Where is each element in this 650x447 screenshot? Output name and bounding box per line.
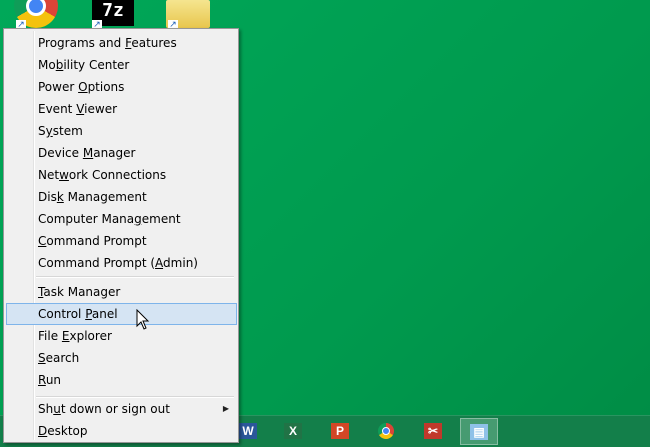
label-text: ask Manager [43, 285, 121, 299]
access-key: k [56, 190, 64, 204]
label-text: Event [38, 102, 77, 116]
label-text: S [38, 124, 46, 138]
menu-item-file-explorer[interactable]: File Explorer [6, 325, 237, 347]
submenu-arrow-icon: ▶ [222, 404, 229, 413]
label-text: Control [38, 307, 86, 321]
label-text: ptions [87, 80, 125, 94]
label-text: xplorer [69, 329, 112, 343]
access-key: O [78, 80, 88, 94]
label-text: Computer Mana [38, 212, 135, 226]
access-key: P [85, 307, 92, 321]
label-text: Power [38, 80, 79, 94]
label-text: un [45, 373, 62, 387]
mouse-cursor-icon [136, 309, 150, 330]
label-text: ork Connections [68, 168, 167, 182]
label-text: Management [63, 190, 147, 204]
access-key: u [53, 402, 61, 416]
access-key: S [38, 351, 46, 365]
menu-item-control-panel[interactable]: Control Panel [6, 303, 237, 325]
access-key: R [38, 373, 46, 387]
menu-item-desktop[interactable]: Desktop [6, 420, 237, 442]
access-key: y [45, 124, 53, 138]
menu-item-task-manager[interactable]: Task Manager [6, 281, 237, 303]
menu-item-device-manager[interactable]: Device Manager [6, 142, 237, 164]
menu-item-network-connections[interactable]: Network Connections [6, 164, 237, 186]
label-text: Mo [38, 58, 56, 72]
access-key: A [155, 256, 164, 270]
menu-item-event-viewer[interactable]: Event Viewer [6, 98, 237, 120]
label-text: esktop [47, 424, 88, 438]
menu-item-system[interactable]: System [6, 120, 237, 142]
menu-separator [36, 276, 234, 278]
menu-item-computer-management[interactable]: Computer Management [6, 208, 237, 230]
word-icon: W [239, 423, 257, 439]
label-text: ommand Prompt [46, 234, 147, 248]
menu-separator [36, 396, 234, 398]
access-key: g [134, 212, 142, 226]
label-text: t down or sign out [60, 402, 170, 416]
access-key: V [76, 102, 85, 116]
label-text: dmin) [163, 256, 198, 270]
powerpoint-icon: P [331, 423, 349, 439]
taskbar-powerpoint-button[interactable]: P [325, 418, 355, 444]
label-text: File [38, 329, 62, 343]
menu-item-command-prompt[interactable]: Command Prompt [6, 230, 237, 252]
access-key: E [61, 329, 70, 343]
taskbar-excel-button[interactable]: X [278, 418, 308, 444]
menu-item-search[interactable]: Search [6, 347, 237, 369]
label-text: Programs and [38, 36, 126, 50]
label-text: Command Prompt ( [38, 256, 156, 270]
label-text: eatures [131, 36, 177, 50]
taskbar-chrome-button[interactable] [371, 418, 401, 444]
label-text: anager [93, 146, 136, 160]
label-text: iewer [84, 102, 118, 116]
label-text: Dis [38, 190, 57, 204]
menu-item-mobility-center[interactable]: Mobility Center [6, 54, 237, 76]
taskbar-snipping-tool-button[interactable]: ✂ [418, 418, 448, 444]
menu-item-command-prompt-admin[interactable]: Command Prompt (Admin) [6, 252, 237, 274]
label-text: stem [52, 124, 83, 138]
label-text: earch [45, 351, 80, 365]
menu-item-disk-management[interactable]: Disk Management [6, 186, 237, 208]
menu-item-programs-and-features[interactable]: Programs and Features [6, 32, 237, 54]
access-key: w [59, 168, 69, 182]
access-key: D [38, 424, 48, 438]
menu-item-shut-down-or-sign-out[interactable]: Shut down or sign out ▶ [6, 398, 237, 420]
label-text: anel [91, 307, 118, 321]
label-text: ement [141, 212, 181, 226]
menu-item-power-options[interactable]: Power Options [6, 76, 237, 98]
label-text: ility Center [63, 58, 130, 72]
menu-item-run[interactable]: Run [6, 369, 237, 391]
label-text: Sh [38, 402, 54, 416]
label-text: Device [38, 146, 83, 160]
snipping-tool-icon: ✂ [424, 423, 442, 439]
chrome-icon [378, 423, 394, 439]
label-text: Net [38, 168, 60, 182]
notepad-icon: ▤ [470, 423, 488, 440]
excel-icon: X [284, 423, 302, 439]
quick-link-menu: Programs and Features Mobility Center Powe… [3, 28, 239, 443]
access-key: M [82, 146, 94, 160]
taskbar-notepad-button[interactable]: ▤ [460, 418, 498, 445]
